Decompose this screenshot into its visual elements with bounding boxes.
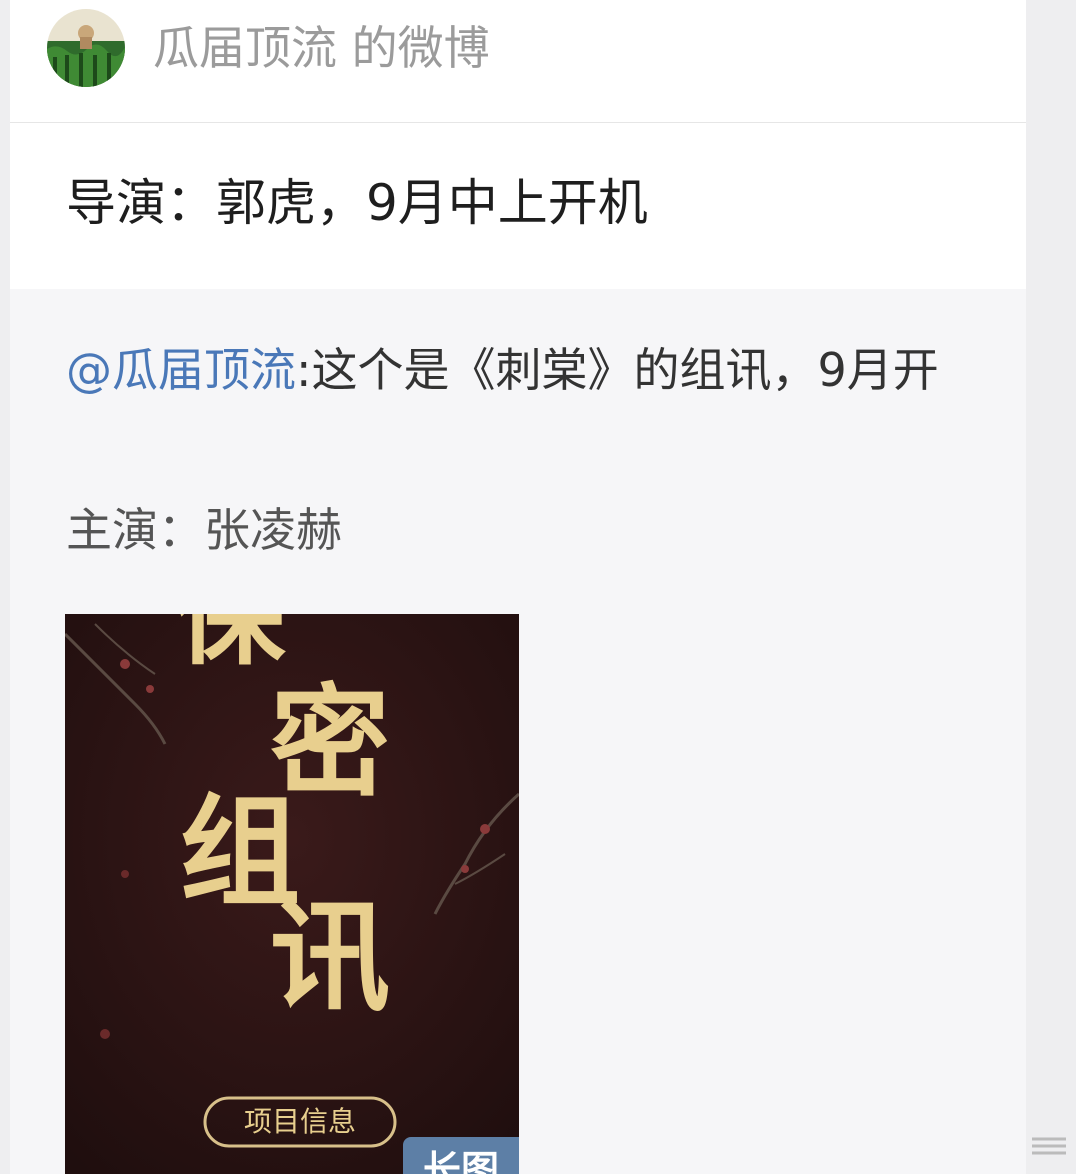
card-header: 瓜届顶流 的微博	[10, 0, 1026, 123]
repost-text: @瓜届顶流:这个是《刺棠》的组讯，9月开	[66, 330, 996, 410]
poster-art: 保 密 组 讯 项目信息	[65, 614, 519, 1174]
weibo-card: 瓜届顶流 的微博 导演：郭虎，9月中上开机 @瓜届顶流:这个是《刺棠》的组讯，9…	[10, 0, 1026, 1174]
poster-thumbnail[interactable]: 保 密 组 讯 项目信息 长图	[65, 614, 519, 1174]
account-title[interactable]: 瓜届顶流 的微博	[153, 18, 490, 78]
poster-button-text: 项目信息	[244, 1105, 356, 1138]
resize-handle-icon[interactable]	[1030, 1133, 1068, 1159]
long-image-badge: 长图	[403, 1137, 519, 1174]
cast-line: 主演：张凌赫	[66, 503, 342, 557]
repost-body: :这个是《刺棠》的组讯，9月开	[296, 343, 939, 397]
post-body: 导演：郭虎，9月中上开机	[10, 123, 1026, 289]
mention-link[interactable]: @瓜届顶流	[66, 343, 296, 397]
post-text: 导演：郭虎，9月中上开机	[66, 174, 648, 232]
watermelon-avatar-icon[interactable]	[47, 9, 125, 87]
